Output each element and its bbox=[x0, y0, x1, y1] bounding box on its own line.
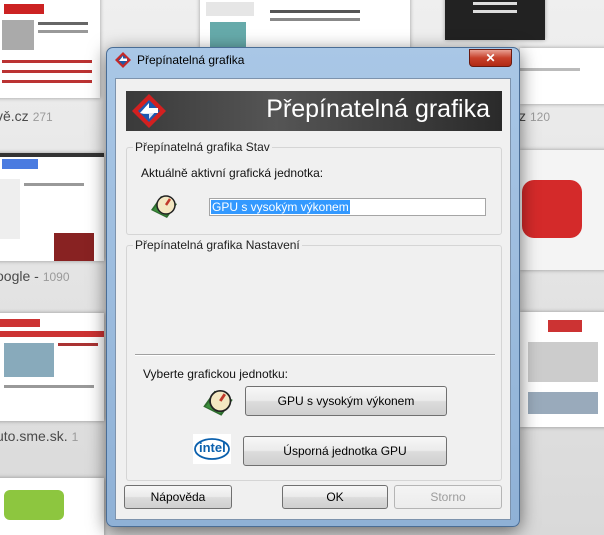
close-button[interactable]: ✕ bbox=[469, 49, 512, 67]
tile-zive[interactable] bbox=[0, 0, 100, 98]
cancel-button[interactable]: Storno bbox=[394, 485, 502, 509]
tile-mojandroid[interactable] bbox=[0, 478, 104, 535]
intel-logo-text: intel bbox=[199, 440, 226, 455]
high-performance-gpu-icon bbox=[203, 389, 233, 416]
status-group: Přepínatelná grafika Stav Aktuálně aktiv… bbox=[126, 140, 502, 235]
dialog-title: Přepínatelná grafika bbox=[137, 53, 245, 67]
tile-mobil[interactable] bbox=[200, 0, 410, 50]
active-gpu-readout: GPU s vysokým výkonem bbox=[209, 198, 486, 216]
gpu-chip-icon bbox=[151, 195, 177, 218]
active-gpu-label: Aktuálně aktivní grafická jednotka: bbox=[141, 166, 324, 180]
tile-caption-auto-sme: uto.sme.sk. 1 bbox=[0, 428, 79, 444]
tile-right-top[interactable] bbox=[520, 48, 604, 104]
ok-button[interactable]: OK bbox=[282, 485, 388, 509]
banner-title: Přepínatelná grafika bbox=[266, 95, 490, 123]
settings-group: Přepínatelná grafika Nastavení Vyberte g… bbox=[126, 238, 502, 481]
status-group-legend: Přepínatelná grafika Stav bbox=[133, 140, 272, 154]
power-saving-gpu-button[interactable]: Úsporná jednotka GPU bbox=[243, 436, 447, 466]
tile-dark[interactable] bbox=[445, 0, 545, 40]
dialog-client: Přepínatelná grafika Přepínatelná grafik… bbox=[115, 78, 511, 520]
banner: Přepínatelná grafika bbox=[126, 91, 502, 131]
tile-caption-zive: vě.cz271 bbox=[0, 108, 53, 124]
tile-youtube[interactable] bbox=[520, 150, 604, 270]
settings-group-legend: Přepínatelná grafika Nastavení bbox=[133, 238, 302, 252]
tile-sme[interactable] bbox=[520, 312, 604, 427]
switchable-graphics-dialog: Přepínatelná grafika ✕ Přepínatelná graf… bbox=[106, 47, 520, 527]
help-button[interactable]: Nápověda bbox=[124, 485, 232, 509]
dialog-titlebar[interactable]: Přepínatelná grafika ✕ bbox=[107, 48, 519, 72]
select-gpu-label: Vyberte grafickou jednotku: bbox=[143, 367, 288, 381]
intel-logo: intel bbox=[193, 434, 231, 464]
high-performance-gpu-button[interactable]: GPU s vysokým výkonem bbox=[245, 386, 447, 416]
tile-caption-google: oogle -1090 bbox=[0, 268, 70, 284]
switchable-graphics-icon bbox=[115, 52, 131, 68]
settings-divider bbox=[135, 354, 495, 356]
tile-google[interactable] bbox=[0, 153, 104, 261]
tile-auto-sme[interactable] bbox=[0, 313, 104, 421]
amd-switch-logo-icon bbox=[132, 94, 166, 128]
active-gpu-value: GPU s vysokým výkonem bbox=[211, 200, 350, 214]
